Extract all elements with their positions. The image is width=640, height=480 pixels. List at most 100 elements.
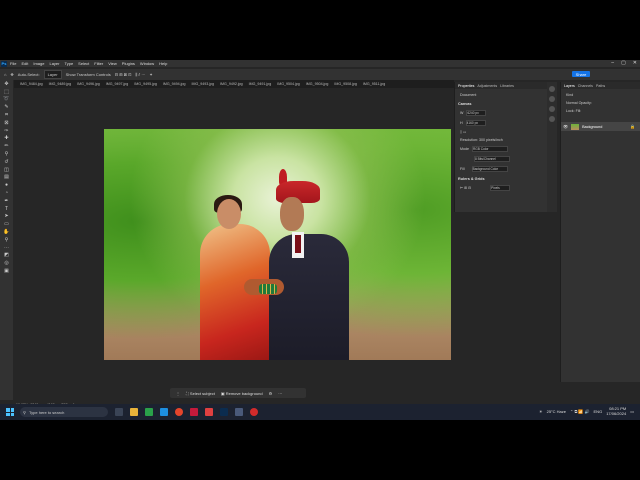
crop-tool-icon[interactable]: ⌗	[0, 111, 13, 119]
task-view-icon[interactable]	[115, 408, 123, 416]
tab-document[interactable]: IMG_9484.jpg	[20, 82, 43, 86]
windows-start-icon[interactable]	[6, 408, 14, 416]
fill-dropdown[interactable]: Background Color	[471, 166, 508, 172]
3d-mode-icon[interactable]: ✦	[149, 72, 152, 77]
tab-document[interactable]: IMG_9497.jpg	[106, 82, 129, 86]
zoom-tool-icon[interactable]: ⚲	[0, 236, 13, 244]
tray-icons[interactable]: ⌃ ⧉ 📶 🔊	[570, 409, 590, 414]
blur-tool-icon[interactable]: ●	[0, 181, 13, 189]
unit-dropdown[interactable]: Pixels	[490, 185, 511, 191]
tab-document[interactable]: IMG_9504.jpg	[277, 82, 300, 86]
eyedropper-icon[interactable]: ✑	[0, 127, 13, 135]
menu-plugins[interactable]: Plugins	[122, 61, 135, 66]
history-brush-icon[interactable]: ↺	[0, 158, 13, 166]
align-icons[interactable]: ⊟ ⊞ ⊠ ⊡	[115, 72, 132, 77]
auto-select-label[interactable]: Auto-Select:	[18, 72, 40, 77]
kind-filter[interactable]: Kind	[566, 93, 573, 97]
app-icon[interactable]	[145, 408, 153, 416]
screen-mode-icon[interactable]: ▣	[0, 267, 13, 275]
hand-tool-icon[interactable]: ✋	[0, 228, 13, 236]
tab-document[interactable]: IMG_9489.jpg	[49, 82, 72, 86]
eraser-icon[interactable]: ◫	[0, 166, 13, 174]
quick-mask-icon[interactable]: ◎	[0, 259, 13, 267]
weather-icon[interactable]: ☀	[539, 409, 543, 414]
pen-tool-icon[interactable]: ✒	[0, 197, 13, 205]
app-icon[interactable]	[190, 408, 198, 416]
more-tools-icon[interactable]: ⋯	[0, 244, 13, 252]
quick-select-icon[interactable]: ✎	[0, 103, 13, 111]
marquee-tool-icon[interactable]: ⬚	[0, 88, 13, 96]
chrome-icon[interactable]	[175, 408, 183, 416]
menu-help[interactable]: Help	[159, 61, 167, 66]
tab-document[interactable]: IMG_9496.jpg	[77, 82, 100, 86]
tab-document[interactable]: IMG_9493.jpg	[191, 82, 214, 86]
tab-layers[interactable]: Layers	[564, 84, 575, 88]
maximize-button[interactable]: ▢	[621, 60, 626, 66]
color-icon[interactable]	[549, 96, 555, 102]
move-tool-icon[interactable]: ✥	[10, 72, 13, 77]
tab-libraries[interactable]: Libraries	[500, 84, 514, 88]
brush-tool-icon[interactable]: ✏	[0, 142, 13, 150]
brush-settings-icon[interactable]	[549, 116, 555, 122]
tab-paths[interactable]: Paths	[596, 84, 605, 88]
tab-document[interactable]: IMG_9494.jpg	[163, 82, 186, 86]
minimize-button[interactable]: –	[611, 60, 614, 66]
notification-icon[interactable]: ▭	[630, 409, 634, 414]
fill-label[interactable]: Fill:	[576, 109, 582, 113]
move-tool-icon[interactable]: ✥	[0, 80, 13, 88]
settings-icon[interactable]: ⚙	[269, 391, 273, 396]
wedding-photo[interactable]	[104, 129, 451, 360]
clone-stamp-icon[interactable]: ⚲	[0, 150, 13, 158]
canvas-section[interactable]: Canvas	[458, 102, 547, 106]
menu-view[interactable]: View	[108, 61, 117, 66]
gradient-tool-icon[interactable]: ▤	[0, 174, 13, 182]
tab-document[interactable]: IMG_9511.jpg	[363, 82, 385, 86]
menu-select[interactable]: Select	[78, 61, 89, 66]
width-field[interactable]: 6240 px	[466, 110, 487, 116]
menu-edit[interactable]: Edit	[21, 61, 28, 66]
tab-properties[interactable]: Properties	[458, 84, 474, 88]
mode-dropdown[interactable]: RGB Color	[472, 146, 508, 152]
canvas-area[interactable]	[14, 89, 454, 400]
layer-dropdown[interactable]: Layer	[43, 70, 62, 79]
history-icon[interactable]	[549, 86, 555, 92]
menu-window[interactable]: Window	[140, 61, 154, 66]
remove-background-button[interactable]: ▣ Remove background	[221, 391, 263, 396]
menu-layer[interactable]: Layer	[49, 61, 59, 66]
height-field[interactable]: 4160 px	[465, 120, 486, 126]
tab-adjustments[interactable]: Adjustments	[477, 84, 497, 88]
bits-dropdown[interactable]: 8 Bits/Channel	[474, 156, 510, 162]
lasso-tool-icon[interactable]: ➰	[0, 96, 13, 104]
lock-icon[interactable]: 🔒	[630, 124, 635, 129]
file-explorer-icon[interactable]	[130, 408, 138, 416]
tab-channels[interactable]: Channels	[578, 84, 593, 88]
edge-icon[interactable]	[160, 408, 168, 416]
color-swatches-icon[interactable]: ◩	[0, 252, 13, 260]
layer-row-background[interactable]: 👁 Background 🔒	[561, 122, 640, 131]
photoshop-taskbar-icon[interactable]	[220, 408, 228, 416]
app-icon[interactable]	[250, 408, 258, 416]
distribute-icons[interactable]: ⫼ ⫽ ⋯	[135, 72, 145, 77]
path-select-icon[interactable]: ➤	[0, 213, 13, 221]
rectangle-tool-icon[interactable]: ▭	[0, 220, 13, 228]
clock[interactable]: 08:21 PM 17/06/2024	[606, 406, 626, 416]
tab-document[interactable]: IMG_9492.jpg	[220, 82, 243, 86]
weather-text[interactable]: 25°C Haze	[547, 409, 566, 414]
rulers-grids-section[interactable]: Rulers & Grids	[458, 177, 547, 181]
app-icon[interactable]	[205, 408, 213, 416]
tab-document[interactable]: IMG_9508.jpg	[334, 82, 357, 86]
menu-filter[interactable]: Filter	[94, 61, 103, 66]
tab-document[interactable]: IMG_9491.jpg	[249, 82, 272, 86]
dodge-tool-icon[interactable]: ◔	[0, 189, 13, 197]
swatches-icon[interactable]	[549, 106, 555, 112]
healing-brush-icon[interactable]: ✚	[0, 135, 13, 143]
more-options-icon[interactable]: ⋯	[278, 391, 282, 396]
frame-tool-icon[interactable]: ⊠	[0, 119, 13, 127]
taskbar-search[interactable]: ⚲ Type here to search	[20, 407, 108, 417]
share-button[interactable]: Share	[572, 71, 590, 77]
show-transform-controls[interactable]: Show Transform Controls	[66, 72, 111, 77]
grip-icon[interactable]: ⋮	[176, 391, 180, 396]
menu-image[interactable]: Image	[33, 61, 44, 66]
select-subject-button[interactable]: ⛶ Select subject	[186, 391, 215, 396]
tab-document[interactable]: IMG_9495.jpg	[134, 82, 157, 86]
